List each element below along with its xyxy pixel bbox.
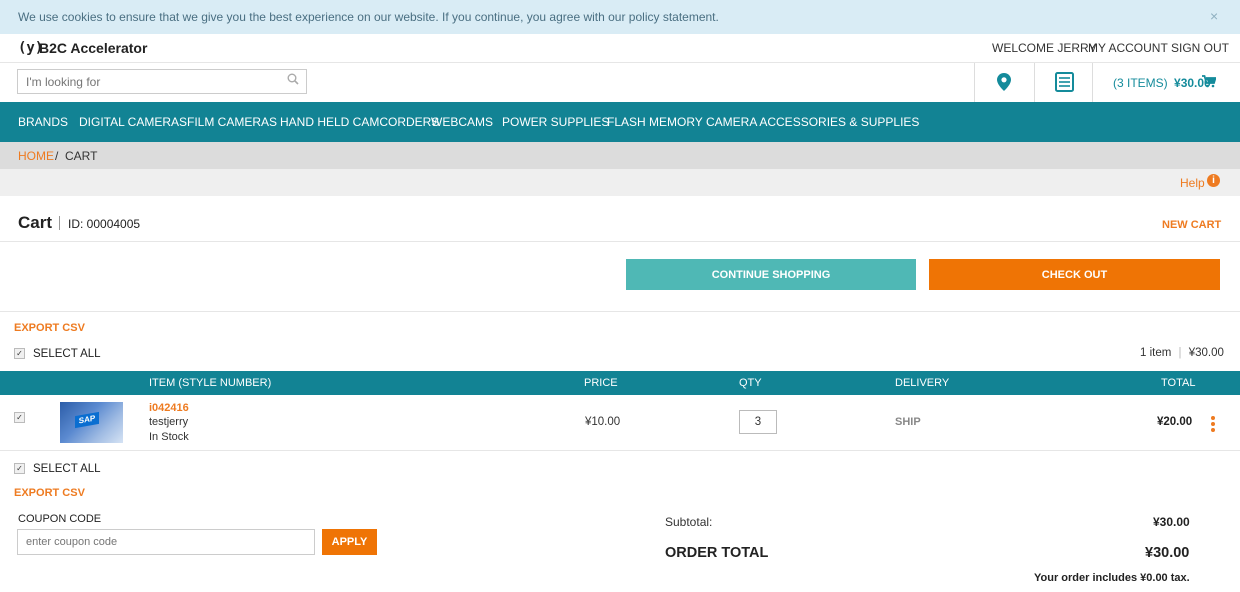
breadcrumb-home[interactable]: HOME (18, 149, 54, 163)
column-header-item: ITEM (STYLE NUMBER) (149, 377, 272, 389)
checkout-button[interactable]: CHECK OUT (929, 259, 1220, 290)
column-header-qty: QTY (739, 377, 762, 389)
coupon-field[interactable] (17, 529, 315, 555)
divider (1092, 63, 1093, 102)
quantity-input[interactable]: 3 (739, 410, 777, 434)
help-link[interactable]: Help (1180, 176, 1205, 190)
divider (974, 63, 975, 102)
welcome-link[interactable]: WELCOME JERRY (992, 41, 1096, 55)
divider (59, 216, 60, 230)
nav-item-film-cameras[interactable]: FILM CAMERAS (187, 115, 277, 129)
stock-status: In Stock (149, 431, 189, 443)
column-header-total: TOTAL (1161, 377, 1196, 389)
info-icon[interactable]: i (1207, 174, 1220, 187)
item-count: 1 item (1140, 347, 1172, 359)
subtotal-label: Subtotal: (665, 515, 713, 529)
nav-item-digital-cameras[interactable]: DIGITAL CAMERAS (79, 115, 187, 129)
apply-coupon-button[interactable]: APPLY (322, 529, 377, 555)
column-header-delivery: DELIVERY (895, 377, 950, 389)
help-bar (0, 169, 1240, 196)
order-total-label: ORDER TOTAL (665, 545, 769, 561)
continue-shopping-button[interactable]: CONTINUE SHOPPING (626, 259, 916, 290)
cart-id: ID: 00004005 (68, 217, 141, 231)
coupon-input[interactable] (18, 530, 314, 554)
product-image[interactable]: SAP (60, 402, 123, 443)
mini-cart[interactable]: (3 ITEMS) ¥30.00 (1113, 76, 1211, 90)
select-all-label: SELECT ALL (33, 348, 101, 360)
select-all-checkbox[interactable]: ✓ (14, 348, 25, 359)
item-total: ¥20.00 (1157, 416, 1193, 428)
select-all-checkbox-bottom[interactable]: ✓ (14, 463, 25, 474)
nav-item-hand-held-camcorders[interactable]: HAND HELD CAMCORDERS (280, 115, 439, 129)
mini-cart-count: (3 ITEMS) (1113, 76, 1168, 90)
order-total-value: ¥30.00 (1145, 545, 1190, 561)
subtotal-value: ¥30.00 (1153, 515, 1190, 529)
breadcrumb-current: CART (65, 149, 98, 163)
nav-item-power-supplies[interactable]: POWER SUPPLIES (502, 115, 609, 129)
search-input[interactable] (18, 70, 284, 93)
divider (1034, 63, 1035, 102)
breadcrumb-separator: / (55, 149, 59, 163)
search-field[interactable] (17, 69, 307, 94)
map-pin-icon[interactable] (997, 73, 1011, 96)
summary-total: ¥30.00 (1188, 347, 1224, 359)
divider (0, 241, 1240, 242)
divider (0, 450, 1240, 451)
column-header-price: PRICE (584, 377, 618, 389)
more-options-icon[interactable] (1211, 416, 1215, 434)
sign-out-link[interactable]: SIGN OUT (1171, 41, 1229, 55)
nav-item-brands[interactable]: BRANDS (18, 115, 68, 129)
nav-item-flash-memory[interactable]: FLASH MEMORY (607, 115, 703, 129)
cart-icon[interactable] (1202, 75, 1217, 93)
list-icon[interactable] (1055, 72, 1074, 97)
coupon-label: COUPON CODE (18, 513, 102, 525)
delivery-mode: SHIP (895, 416, 921, 428)
divider (0, 311, 1240, 312)
breadcrumb (0, 142, 1240, 169)
product-name: testjerry (149, 416, 189, 428)
tax-note: Your order includes ¥0.00 tax. (1034, 572, 1190, 584)
sap-logo: SAP (75, 411, 99, 429)
my-account-link[interactable]: MY ACCOUNT (1088, 41, 1168, 55)
item-price: ¥10.00 (585, 416, 621, 428)
cart-summary: 1 item | ¥30.00 (1140, 347, 1224, 359)
site-logo[interactable]: B2C Accelerator (39, 40, 147, 56)
select-all-label-bottom: SELECT ALL (33, 463, 101, 475)
page-title: Cart (18, 213, 53, 232)
nav-item-webcams[interactable]: WEBCAMS (431, 115, 493, 129)
export-csv-link-bottom[interactable]: EXPORT CSV (14, 487, 85, 499)
search-icon[interactable] (287, 73, 299, 88)
product-code-link[interactable]: i042416 (149, 402, 189, 414)
nav-item-camera-accessories[interactable]: CAMERA ACCESSORIES & SUPPLIES (706, 115, 919, 129)
row-checkbox[interactable]: ✓ (14, 412, 25, 423)
export-csv-link[interactable]: EXPORT CSV (14, 322, 85, 334)
new-cart-link[interactable]: NEW CART (1162, 219, 1221, 231)
cookie-message: We use cookies to ensure that we give yo… (18, 10, 719, 24)
close-icon[interactable]: × (1210, 8, 1218, 24)
